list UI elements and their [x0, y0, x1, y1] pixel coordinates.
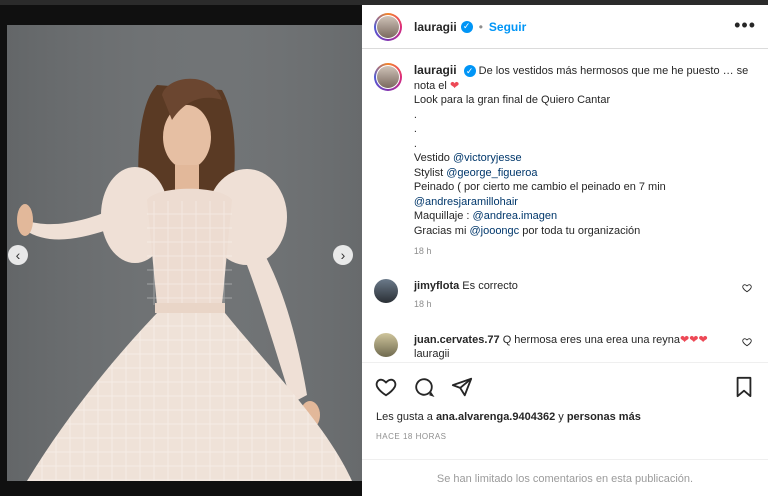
header-separator: •: [478, 19, 483, 34]
action-icons: [374, 375, 474, 399]
caption-avatar[interactable]: [374, 63, 402, 91]
comment-item: jimyflota Es correcto 18 h: [374, 279, 760, 311]
caption-dot: .: [413, 108, 417, 121]
author-avatar[interactable]: [374, 12, 402, 41]
post-actions: Les gusta a ana.alvarenga.9404362 y pers…: [362, 362, 768, 496]
mention-link[interactable]: @andresjaramillohair: [414, 195, 754, 210]
stylist-label: Stylist: [413, 166, 447, 179]
photo-illustration: [7, 25, 362, 481]
caption-time: 18 h: [413, 246, 432, 256]
next-photo-button[interactable]: ›: [333, 245, 353, 265]
comment-second-line: lauragii: [414, 348, 450, 360]
mention-link[interactable]: @andrea.imagen: [473, 210, 558, 222]
comment-time: 18 h: [414, 299, 432, 309]
caption-username[interactable]: lauragii: [414, 63, 457, 77]
chevron-left-icon: ‹: [15, 247, 21, 263]
caption-text: lauragii ✓ De los vestidos más hermosos …: [414, 63, 754, 259]
instagram-post-window: ‹ › lauragii ✓ • Seguir ••• lauragii ✓ D…: [0, 0, 768, 496]
media-area: ‹ ›: [0, 5, 362, 496]
gracias-text-end: por toda tu organización: [519, 224, 641, 237]
gracias-text: Gracias mi: [413, 224, 470, 237]
post-age: HACE 18 HORAS: [376, 432, 447, 441]
verified-badge-icon: ✓: [460, 20, 473, 33]
comment-username[interactable]: jimyflota: [414, 280, 459, 292]
previous-photo-button[interactable]: ‹: [8, 245, 28, 265]
comment-text: Es correcto: [462, 280, 518, 292]
likes-user-link[interactable]: ana.alvarenga.9404362: [436, 411, 555, 423]
avatar-image: [377, 15, 399, 38]
share-paper-plane-icon[interactable]: [450, 375, 474, 399]
heart-emoji-icon: ❤: [449, 79, 460, 92]
comment-text: Q hermosa eres una erea una reyna: [502, 334, 681, 346]
mention-link[interactable]: @victoryjesse: [453, 152, 522, 164]
comment-bubble-icon[interactable]: [412, 375, 436, 399]
caption-dot: .: [413, 137, 417, 150]
hearts-emoji-icon: ❤❤❤: [680, 334, 708, 346]
chevron-right-icon: ›: [340, 247, 346, 263]
likes-mid: y: [555, 411, 567, 423]
comments-limited-notice: Se han limitado los comentarios en esta …: [362, 459, 768, 496]
like-comment-heart-icon[interactable]: [742, 283, 752, 293]
mention-link[interactable]: @george_figueroa: [446, 167, 537, 179]
likes-prefix: Les gusta a: [376, 411, 436, 423]
vestido-label: Vestido: [413, 152, 453, 164]
likes-others-link[interactable]: personas más: [567, 411, 641, 423]
post-photo[interactable]: [7, 25, 362, 481]
save-bookmark-icon[interactable]: [732, 375, 756, 399]
caption-line-2: Look para la gran final de Quiero Cantar: [413, 94, 611, 106]
post-caption: lauragii ✓ De los vestidos más hermosos …: [374, 63, 754, 259]
post-side-panel: lauragii ✓ • Seguir ••• lauragii ✓ De lo…: [362, 5, 768, 496]
comments-scroll-area[interactable]: lauragii ✓ De los vestidos más hermosos …: [362, 49, 768, 367]
author-username[interactable]: lauragii: [414, 20, 457, 34]
comment-body: jimyflota Es correcto 18 h: [414, 279, 734, 311]
maquillaje-label: Maquillaje :: [413, 210, 473, 222]
like-heart-icon[interactable]: [374, 375, 398, 399]
more-options-icon[interactable]: •••: [734, 15, 756, 36]
commenter-avatar[interactable]: [374, 333, 398, 357]
likes-summary: Les gusta a ana.alvarenga.9404362 y pers…: [376, 411, 641, 423]
follow-button[interactable]: Seguir: [489, 20, 526, 34]
caption-dot: .: [413, 123, 417, 135]
verified-badge-icon: ✓: [463, 65, 476, 78]
comment-item: juan.cervates.77 Q hermosa eres una erea…: [374, 333, 760, 361]
commenter-avatar[interactable]: [374, 279, 398, 303]
like-comment-heart-icon[interactable]: [742, 337, 752, 347]
mention-link[interactable]: @jooongc: [469, 225, 519, 237]
comment-username[interactable]: juan.cervates.77: [414, 334, 500, 346]
post-header: lauragii ✓ • Seguir •••: [362, 5, 768, 49]
comment-body: juan.cervates.77 Q hermosa eres una erea…: [414, 333, 734, 361]
peinado-text: Peinado ( por cierto me cambio el peinad…: [413, 181, 666, 193]
